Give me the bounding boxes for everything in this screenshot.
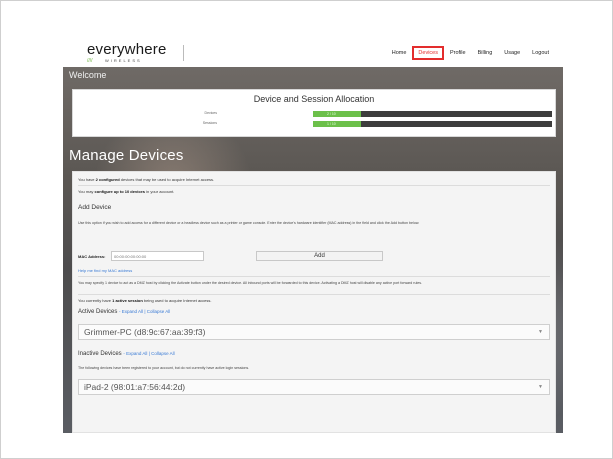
dmz-description: You may specify 1 device to act as a DMZ… [78, 281, 423, 285]
active-expand-all-link[interactable]: Expand All [122, 309, 143, 314]
inactive-expand-all-link[interactable]: Expand All [126, 351, 147, 356]
link-separator: | [148, 351, 150, 356]
allocation-fill: 1 / 10 [313, 121, 361, 127]
allocation-panel: Device and Session Allocation Devices 2 … [72, 89, 556, 137]
nav-billing[interactable]: Billing [472, 48, 499, 58]
text-part: in your account. [145, 189, 175, 194]
add-device-description: Use this option if you wish to add acces… [78, 221, 420, 225]
inactive-devices-note: The following devices have been register… [78, 366, 250, 370]
text-part: You currently have [78, 298, 113, 303]
active-collapse-all-link[interactable]: Collapse All [147, 309, 171, 314]
allocation-row-devices: Devices 2 / 10 [73, 111, 555, 118]
chevron-down-icon: ▼ [538, 329, 543, 335]
inactive-collapse-all-link[interactable]: Collapse All [151, 351, 175, 356]
logo-wordmark: everywhere [87, 41, 167, 58]
inactive-devices-controls: - Expand All | Collapse All [123, 351, 174, 356]
allocation-row-sessions: Sessions 1 / 10 [73, 121, 555, 128]
mac-address-label: MAC Address: [78, 254, 106, 259]
nav-profile[interactable]: Profile [444, 48, 472, 58]
active-device-row[interactable]: Grimmer-PC (d8:9c:67:aa:39:f3) ▼ [78, 324, 550, 340]
allocation-value: 2 / 10 [327, 112, 336, 116]
add-device-heading: Add Device [78, 204, 112, 211]
divider [78, 185, 550, 186]
hero-background: Welcome Device and Session Allocation De… [63, 67, 563, 433]
active-devices-header: Active Devices - Expand All | Collapse A… [78, 309, 170, 315]
allocation-value: 1 / 10 [327, 122, 336, 126]
welcome-heading: Welcome [69, 70, 107, 80]
mac-address-input[interactable] [111, 251, 204, 261]
top-navigation-bar: everywhere //// WIRELESS Home Devices Pr… [63, 39, 563, 67]
allocation-title: Device and Session Allocation [253, 94, 375, 104]
configured-devices-text: You have 2 configured devices that may b… [78, 177, 214, 182]
text-part: You have [78, 177, 96, 182]
find-mac-help-link[interactable]: Help me find my MAC address [78, 268, 132, 273]
screenshot-frame: everywhere //// WIRELESS Home Devices Pr… [0, 0, 613, 459]
text-bold: 2 configured [95, 177, 120, 182]
inactive-devices-heading: Inactive Devices [78, 351, 122, 357]
everywhere-wireless-logo[interactable]: everywhere //// WIRELESS [87, 41, 207, 65]
divider [78, 294, 550, 295]
allocation-bar: 1 / 10 [313, 121, 552, 127]
text-part: You may [78, 189, 95, 194]
divider [78, 276, 550, 277]
device-name: iPad-2 (98:01:a7:56:44:2d) [84, 382, 186, 392]
manage-devices-panel: You have 2 configured devices that may b… [72, 171, 556, 433]
nav-logout[interactable]: Logout [526, 48, 555, 58]
active-session-text: You currently have 1 active session bein… [78, 298, 212, 303]
device-limit-text: You may configure up to 10 devices in yo… [78, 189, 174, 194]
text-part: being used to acquire Internet access. [142, 298, 212, 303]
active-devices-controls: - Expand All | Collapse All [119, 309, 170, 314]
allocation-label: Sessions [202, 121, 217, 125]
add-device-button[interactable]: Add [256, 251, 383, 261]
main-nav: Home Devices Profile Billing Usage Logou… [386, 46, 555, 60]
allocation-bar: 2 / 10 [313, 111, 552, 117]
active-devices-heading: Active Devices [78, 309, 118, 315]
inactive-devices-header: Inactive Devices - Expand All | Collapse… [78, 351, 175, 357]
allocation-label: Devices [204, 111, 217, 115]
allocation-fill: 2 / 10 [313, 111, 361, 117]
nav-devices[interactable]: Devices [412, 46, 444, 60]
inactive-device-row[interactable]: iPad-2 (98:01:a7:56:44:2d) ▼ [78, 379, 550, 395]
link-separator: | [144, 309, 146, 314]
device-name: Grimmer-PC (d8:9c:67:aa:39:f3) [84, 327, 206, 337]
logo-divider [183, 45, 184, 61]
logo-subtitle: WIRELESS [105, 58, 142, 63]
text-bold: 1 active session [112, 298, 143, 303]
logo-dots: //// [87, 58, 93, 64]
chevron-down-icon: ▼ [538, 384, 543, 390]
text-part: devices that may be used to acquire Inte… [119, 177, 215, 182]
text-bold: configure up to 10 devices [94, 189, 145, 194]
nav-usage[interactable]: Usage [498, 48, 526, 58]
page-title: Manage Devices [69, 147, 184, 164]
nav-home[interactable]: Home [386, 48, 413, 58]
